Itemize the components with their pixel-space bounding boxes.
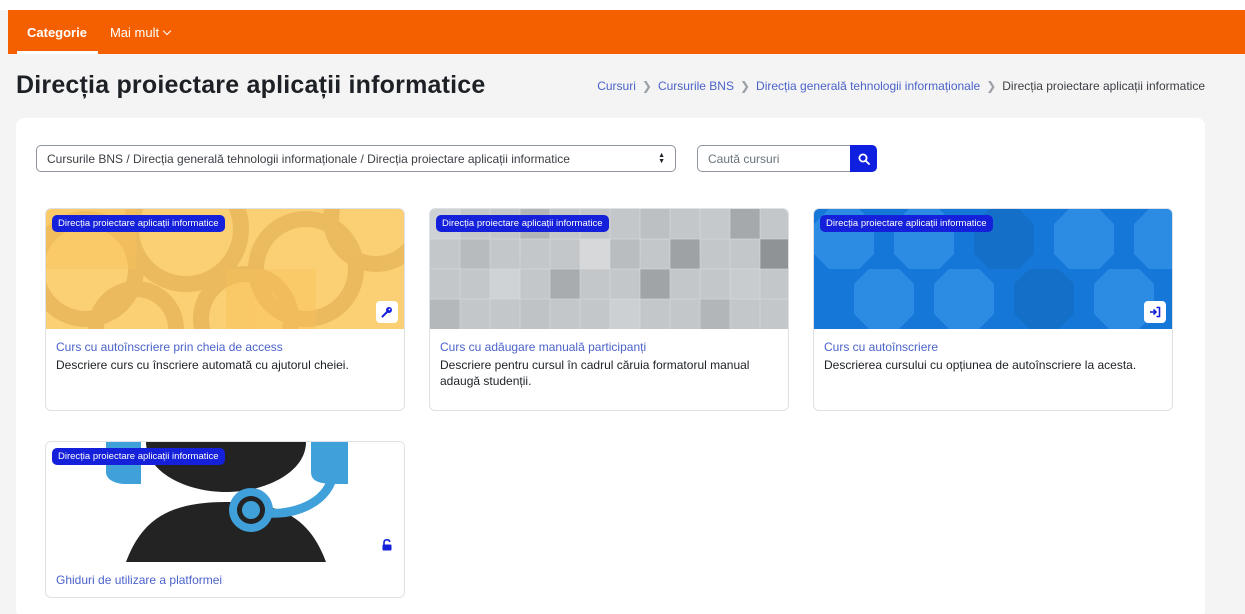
course-card[interactable]: Direcția proiectare aplicații informatic… (45, 441, 405, 598)
course-title-link[interactable]: Curs cu autoînscriere prin cheia de acce… (56, 340, 394, 354)
breadcrumb-item-dgti[interactable]: Direcția generală tehnologii informațion… (756, 79, 980, 93)
tab-mai-mult[interactable]: Mai mult (100, 10, 180, 54)
course-search (697, 145, 877, 172)
breadcrumb-item-current: Direcția proiectare aplicații informatic… (1002, 79, 1205, 93)
category-select-value: Cursurile BNS / Direcția generală tehnol… (47, 151, 570, 166)
tab-label: Categorie (27, 24, 87, 40)
unlock-icon (376, 534, 398, 556)
course-description: Descrierea cursului cu opțiunea de autoî… (824, 358, 1137, 372)
course-image[interactable]: Direcția proiectare aplicații informatic… (46, 209, 404, 329)
course-description: Descriere pentru cursul în cadrul căruia… (440, 358, 750, 388)
tab-label: Mai mult (109, 24, 160, 40)
search-button[interactable] (850, 145, 877, 172)
category-select[interactable]: Cursurile BNS / Direcția generală tehnol… (36, 145, 676, 172)
breadcrumb-separator-icon: ❯ (641, 79, 652, 93)
course-card-body: Ghiduri de utilizare a platformei (46, 562, 404, 597)
course-card[interactable]: Direcția proiectare aplicații informatic… (45, 208, 405, 411)
main-content-panel: Cursurile BNS / Direcția generală tehnol… (16, 118, 1205, 614)
course-title-link[interactable]: Curs cu adăugare manuală participanți (440, 340, 778, 354)
category-badge: Direcția proiectare aplicații informatic… (820, 215, 993, 232)
sign-in-icon (1144, 301, 1166, 323)
tab-categorie[interactable]: Categorie (8, 10, 100, 54)
page-title: Direcția proiectare aplicații informatic… (16, 71, 486, 99)
breadcrumb-separator-icon: ❯ (739, 79, 751, 93)
course-card[interactable]: Direcția proiectare aplicații informatic… (813, 208, 1173, 411)
category-badge: Direcția proiectare aplicații informatic… (52, 215, 225, 232)
course-title-link[interactable]: Ghiduri de utilizare a platformei (56, 573, 394, 587)
course-image[interactable]: Direcția proiectare aplicații informatic… (46, 442, 404, 562)
course-search-input[interactable] (697, 145, 850, 172)
select-arrows-icon: ▲ ▼ (658, 152, 665, 165)
course-description: Descriere curs cu înscriere automată cu … (56, 358, 349, 372)
top-strip (0, 0, 1245, 10)
primary-navbar: Categorie Mai mult (8, 10, 1245, 54)
course-card-body: Curs cu autoînscriere Descrierea cursulu… (814, 329, 1172, 385)
course-image[interactable]: Direcția proiectare aplicații informatic… (814, 209, 1172, 329)
key-icon (376, 301, 398, 323)
breadcrumb-item-cursuri[interactable]: Cursuri (597, 79, 636, 93)
search-icon (858, 153, 870, 165)
course-card-body: Curs cu autoînscriere prin cheia de acce… (46, 329, 404, 385)
breadcrumb-separator-icon: ❯ (986, 79, 997, 93)
course-title-link[interactable]: Curs cu autoînscriere (824, 340, 1162, 354)
course-card[interactable]: Direcția proiectare aplicații informatic… (429, 208, 789, 411)
category-badge: Direcția proiectare aplicații informatic… (436, 215, 609, 232)
course-card-body: Curs cu adăugare manuală participanți De… (430, 329, 788, 401)
chevron-down-icon (162, 26, 172, 35)
breadcrumb: Cursuri ❯ Cursurile BNS ❯ Direcția gener… (597, 79, 1205, 93)
category-badge: Direcția proiectare aplicații informatic… (52, 448, 225, 465)
breadcrumb-item-cursurile-bns[interactable]: Cursurile BNS (658, 79, 734, 93)
course-image[interactable]: Direcția proiectare aplicații informatic… (430, 209, 788, 329)
